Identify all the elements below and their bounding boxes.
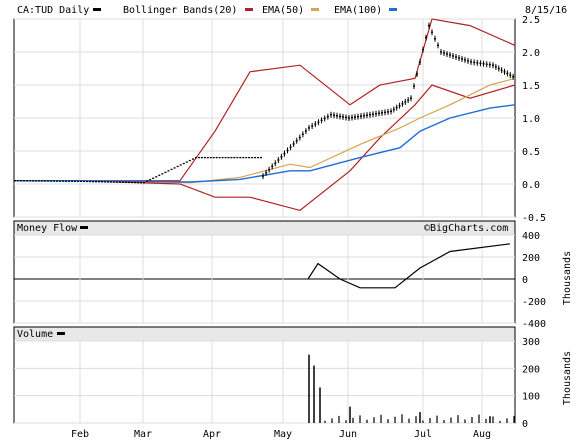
price-y-tick-label: 1.5: [522, 81, 540, 92]
volume-y-axis: 300 200 100 0: [522, 337, 540, 430]
price-y-tick-label: 2.5: [522, 15, 540, 26]
ema50-legend-label: EMA(50): [262, 5, 304, 16]
bollinger-legend-label: Bollinger Bands(20): [123, 5, 237, 16]
price-y-tick-label: 0.0: [522, 180, 540, 191]
volume-y-tick-label: 300: [522, 337, 540, 348]
stock-chart-page: CA:TUD Daily Bollinger Bands(20) EMA(50)…: [0, 0, 579, 444]
money-flow-y-axis: 400 200 0 -200 -400: [522, 231, 546, 330]
price-y-tick-label: 2.0: [522, 48, 540, 59]
price-legend-swatch: [93, 8, 101, 11]
money-flow-y-tick-label: -400: [522, 319, 546, 330]
volume-unit-label: Thousands: [562, 351, 573, 405]
x-tick-label-apr: Apr: [203, 429, 221, 440]
volume-label: Volume: [17, 329, 53, 340]
x-tick-label-may: May: [274, 429, 292, 440]
volume-y-tick-label: 200: [522, 364, 540, 375]
price-y-tick-label: 1.0: [522, 114, 540, 125]
volume-y-tick-label: 100: [522, 392, 540, 403]
x-tick-label-aug: Aug: [473, 429, 491, 440]
x-axis: Feb Mar Apr May Jun Jul Aug: [71, 429, 491, 440]
bollinger-legend-swatch: [245, 8, 253, 11]
x-tick-label-jul: Jul: [414, 429, 432, 440]
ema50-legend-swatch: [311, 8, 319, 11]
chart-svg: CA:TUD Daily Bollinger Bands(20) EMA(50)…: [13, 5, 573, 440]
money-flow-y-tick-label: -200: [522, 297, 546, 308]
price-y-tick-label: -0.5: [522, 213, 546, 224]
money-flow-legend-swatch: [80, 226, 88, 229]
bigcharts-watermark: ©BigCharts.com: [424, 223, 508, 234]
volume-header: [13, 326, 516, 342]
x-tick-label-mar: Mar: [134, 429, 152, 440]
x-tick-label-feb: Feb: [71, 429, 89, 440]
money-flow-y-tick-label: 400: [522, 231, 540, 242]
x-tick-label-jun: Jun: [339, 429, 357, 440]
ema100-legend-swatch: [389, 8, 397, 11]
money-flow-label: Money Flow: [17, 223, 78, 234]
price-y-axis: 2.5 2.0 1.5 1.0 0.5 0.0 -0.5: [522, 15, 546, 224]
volume-y-tick-label: 0: [522, 419, 528, 430]
volume-legend-swatch: [57, 332, 65, 335]
volume-panel: [13, 340, 516, 424]
price-y-tick-label: 0.5: [522, 147, 540, 158]
money-flow-y-tick-label: 200: [522, 253, 540, 264]
money-flow-y-tick-label: 0: [522, 275, 528, 286]
symbol-label: CA:TUD Daily: [17, 5, 89, 16]
money-flow-unit-label: Thousands: [562, 251, 573, 305]
ema100-legend-label: EMA(100): [334, 5, 382, 16]
